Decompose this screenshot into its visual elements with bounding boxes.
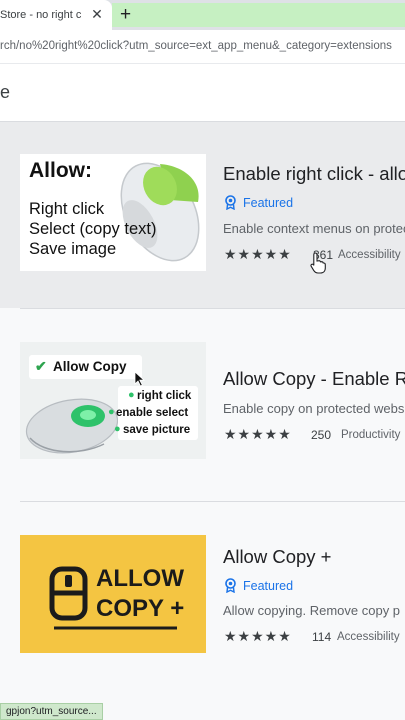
result-description: Enable copy on protected webs <box>223 401 405 416</box>
active-tab[interactable]: Store - no right cli ✕ <box>0 0 112 30</box>
feature-bullet-icon: ● <box>114 423 121 435</box>
tab-strip: Store - no right cli ✕ + <box>0 0 405 30</box>
thumb-heading: Allow Copy <box>53 359 127 374</box>
tab-close-icon[interactable]: ✕ <box>89 6 105 22</box>
mouse-icon <box>49 566 177 630</box>
hand-cursor-icon <box>310 252 326 274</box>
result-divider <box>20 501 405 502</box>
result-title[interactable]: Enable right click - allo <box>223 163 405 185</box>
result-category: Productivity <box>341 429 401 441</box>
url-text[interactable]: rch/no%20right%20click?utm_source=ext_ap… <box>0 40 392 52</box>
star-rating-icon: ★★★★★ <box>224 246 292 262</box>
badge-label: Featured <box>243 196 294 210</box>
feature-item: right click <box>137 390 192 402</box>
rating-count: 250 <box>311 428 332 442</box>
featured-badge: Featured <box>224 195 293 213</box>
result-card[interactable]: Allow: Right click Select (copy text) Sa… <box>0 122 405 308</box>
link-status-bubble: gpjon?utm_source... <box>0 703 103 720</box>
result-thumbnail[interactable]: Allow: Right click Select (copy text) Sa… <box>20 154 206 271</box>
featured-badge-icon <box>225 195 236 210</box>
featured-badge-icon <box>225 578 236 593</box>
featured-badge: Featured <box>224 578 293 596</box>
tab-title: Store - no right cli <box>0 9 82 21</box>
result-card[interactable]: ✔ Allow Copy ● right click ● enable sele… <box>0 308 405 501</box>
thumb-line: ALLOW <box>96 565 184 592</box>
store-search-row: e <box>0 64 405 122</box>
result-description: Allow copying. Remove copy p <box>223 603 401 618</box>
thumb-line: Right click <box>29 200 105 218</box>
new-tab-area: + <box>112 3 405 27</box>
star-rating-icon: ★★★★★ <box>224 628 292 644</box>
search-query-fragment[interactable]: e <box>0 82 10 103</box>
result-category: Accessibility <box>337 631 400 643</box>
thumb-heading: Allow: <box>29 159 92 182</box>
new-tab-button[interactable]: + <box>120 3 131 26</box>
result-card[interactable]: ALLOW COPY + Allow Copy + Featured Allow… <box>0 501 405 691</box>
thumb-line: Select (copy text) <box>29 220 157 238</box>
rating-count: 114 <box>312 630 332 644</box>
thumb-line: Save image <box>29 240 117 258</box>
result-category: Accessibility <box>338 249 401 261</box>
address-bar[interactable]: rch/no%20right%20click?utm_source=ext_ap… <box>0 30 405 64</box>
result-divider <box>20 308 405 309</box>
feature-item: enable select <box>116 407 189 419</box>
star-rating-icon: ★★★★★ <box>224 426 292 442</box>
feature-bullet-icon: ● <box>108 406 115 418</box>
feature-item: save picture <box>123 424 191 436</box>
thumb-line: COPY + <box>96 595 185 622</box>
result-title[interactable]: Allow Copy + <box>223 546 331 568</box>
result-description: Enable context menus on protect <box>223 221 405 236</box>
result-title[interactable]: Allow Copy - Enable R <box>223 368 405 390</box>
feature-bullet-icon: ● <box>128 389 135 401</box>
results-list: Allow: Right click Select (copy text) Sa… <box>0 122 405 720</box>
result-thumbnail[interactable]: ✔ Allow Copy ● right click ● enable sele… <box>20 342 206 459</box>
result-thumbnail[interactable]: ALLOW COPY + <box>20 535 206 653</box>
check-icon: ✔ <box>35 358 47 374</box>
badge-label: Featured <box>243 579 294 593</box>
arrow-cursor-icon <box>134 371 146 387</box>
